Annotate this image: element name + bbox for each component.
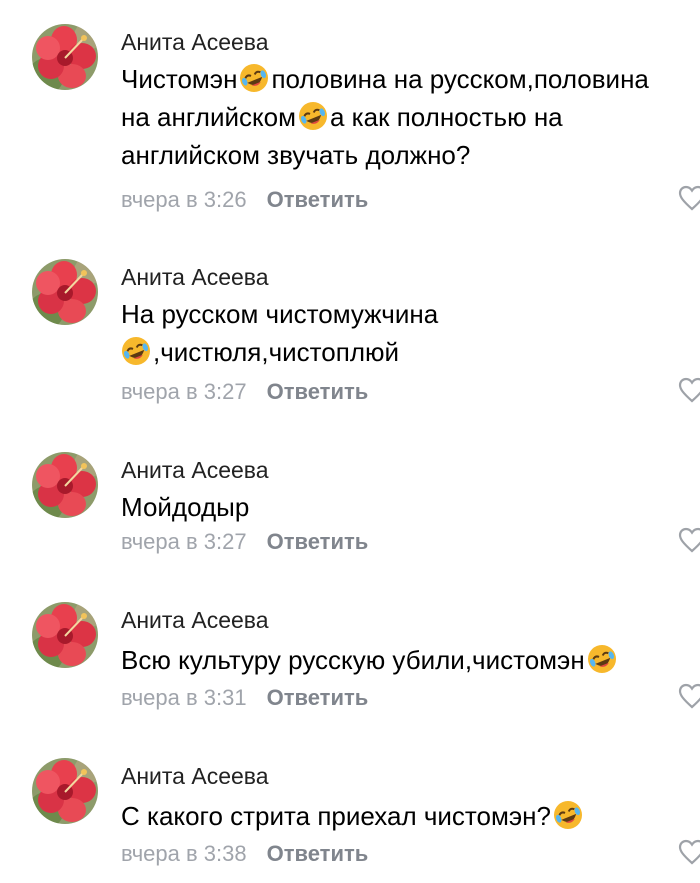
comment-text: Мойдодыр bbox=[121, 488, 700, 526]
comment-meta: вчера в 3:27 Ответить bbox=[121, 528, 368, 556]
reply-button[interactable]: Ответить bbox=[267, 379, 369, 404]
rolling-on-the-floor-laughing-emoji bbox=[121, 336, 151, 366]
reply-button[interactable]: Ответить bbox=[267, 841, 369, 866]
comment-text: На русском чистомужчина ,чистюля,чистопл… bbox=[121, 295, 700, 371]
comment-text: Чистомэн половина на русском,половина на … bbox=[121, 60, 700, 174]
comment-author[interactable]: Анита Асеева bbox=[121, 456, 269, 484]
rolling-on-the-floor-laughing-emoji bbox=[239, 63, 269, 93]
heart-outline-icon bbox=[678, 683, 700, 709]
reply-button[interactable]: Ответить bbox=[267, 529, 369, 554]
text-fragment: Всю культуру русскую убили,чистомэн bbox=[121, 645, 585, 675]
rolling-on-the-floor-laughing-emoji bbox=[553, 800, 583, 830]
reply-button[interactable]: Ответить bbox=[267, 187, 369, 212]
comment-time[interactable]: вчера в 3:38 bbox=[121, 841, 247, 866]
rolling-on-the-floor-laughing-emoji bbox=[587, 644, 617, 674]
hibiscus-flower-photo bbox=[32, 24, 98, 90]
comment-text: Всю культуру русскую убили,чистомэн bbox=[121, 641, 700, 679]
comment-author[interactable]: Анита Асеева bbox=[121, 28, 269, 56]
comment-meta: вчера в 3:27 Ответить bbox=[121, 378, 368, 406]
comment-author[interactable]: Анита Асеева bbox=[121, 263, 269, 291]
comment-meta: вчера в 3:38 Ответить bbox=[121, 840, 368, 868]
comment-meta: вчера в 3:31 Ответить bbox=[121, 684, 368, 712]
comment-time[interactable]: вчера в 3:27 bbox=[121, 379, 247, 404]
comment-meta: вчера в 3:26 Ответить bbox=[121, 186, 368, 214]
heart-outline-icon bbox=[678, 839, 700, 865]
hibiscus-flower-photo bbox=[32, 259, 98, 325]
rolling-on-the-floor-laughing-emoji bbox=[298, 101, 328, 131]
avatar[interactable] bbox=[32, 452, 98, 518]
text-fragment: С какого стрита приехал чистомэн? bbox=[121, 801, 551, 831]
avatar[interactable] bbox=[32, 24, 98, 90]
avatar[interactable] bbox=[32, 259, 98, 325]
text-fragment: английском звучать должно? bbox=[121, 140, 471, 170]
avatar[interactable] bbox=[32, 758, 98, 824]
text-fragment: На русском чистомужчина bbox=[121, 299, 439, 329]
heart-outline-icon bbox=[678, 527, 700, 553]
text-fragment: ,чистюля,чистоплюй bbox=[153, 337, 400, 367]
like-button[interactable] bbox=[678, 839, 700, 865]
avatar[interactable] bbox=[32, 602, 98, 668]
text-fragment: Чистомэн bbox=[121, 64, 238, 94]
like-button[interactable] bbox=[678, 527, 700, 553]
text-fragment: Мойдодыр bbox=[121, 492, 250, 522]
like-button[interactable] bbox=[678, 185, 700, 211]
comment-author[interactable]: Анита Асеева bbox=[121, 762, 269, 790]
heart-outline-icon bbox=[678, 185, 700, 211]
comment-time[interactable]: вчера в 3:27 bbox=[121, 529, 247, 554]
hibiscus-flower-photo bbox=[32, 758, 98, 824]
text-fragment: а как полностью на bbox=[330, 102, 563, 132]
hibiscus-flower-photo bbox=[32, 602, 98, 668]
heart-outline-icon bbox=[678, 377, 700, 403]
comment-text: С какого стрита приехал чистомэн? bbox=[121, 797, 700, 835]
like-button[interactable] bbox=[678, 377, 700, 403]
reply-button[interactable]: Ответить bbox=[267, 685, 369, 710]
like-button[interactable] bbox=[678, 683, 700, 709]
text-fragment: половина на русском,половина bbox=[271, 64, 649, 94]
comment-author[interactable]: Анита Асеева bbox=[121, 606, 269, 634]
comment-time[interactable]: вчера в 3:31 bbox=[121, 685, 247, 710]
comment-time[interactable]: вчера в 3:26 bbox=[121, 187, 247, 212]
hibiscus-flower-photo bbox=[32, 452, 98, 518]
text-fragment: на английском bbox=[121, 102, 296, 132]
